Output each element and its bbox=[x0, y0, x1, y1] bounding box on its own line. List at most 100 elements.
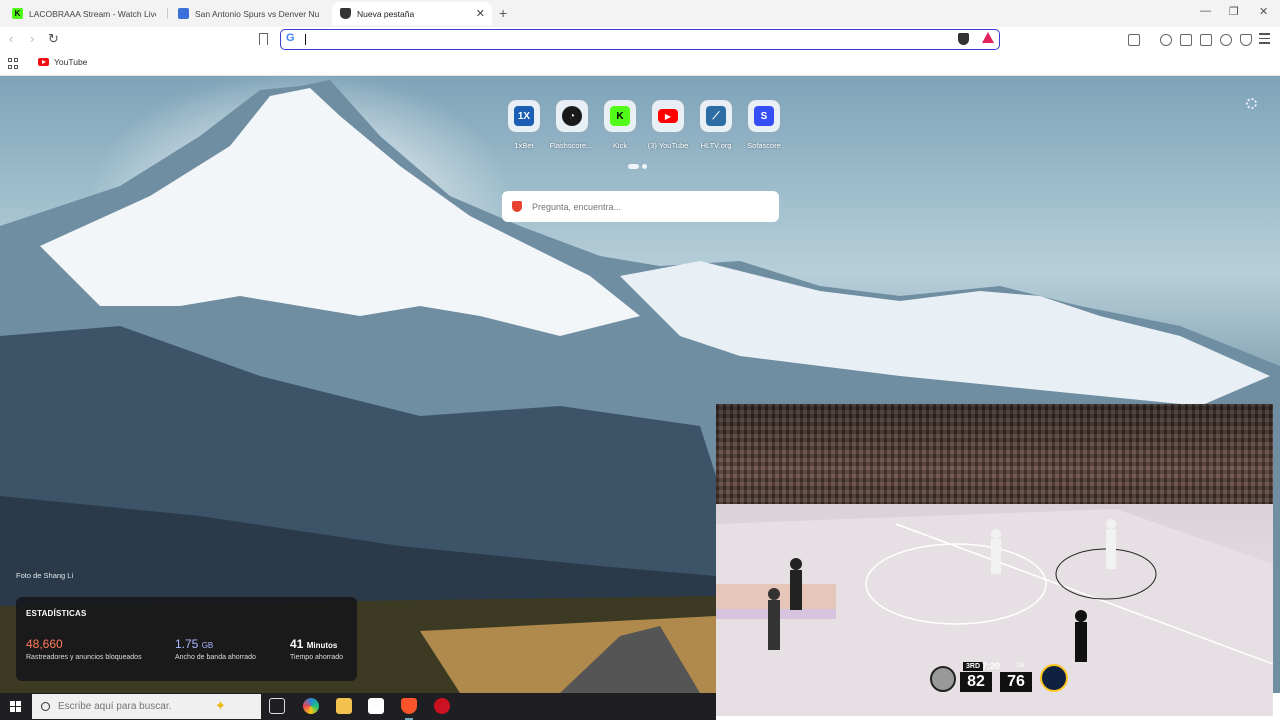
top-sites: 1X 1xBet ◔ Flashscore.... K Kick ▶ (3) Y… bbox=[500, 100, 788, 150]
tab-title: San Antonio Spurs vs Denver Nu bbox=[195, 8, 320, 19]
brave-browser-icon[interactable] bbox=[401, 698, 417, 720]
media-music-icon[interactable] bbox=[1160, 34, 1172, 46]
game-clock: 7:20 bbox=[982, 661, 1001, 671]
photo-credit[interactable]: Foto de Shang Li bbox=[16, 571, 73, 580]
spurs-score: 82 bbox=[960, 672, 992, 692]
sidebar-panel-icon[interactable] bbox=[1180, 34, 1192, 46]
forward-arrow-icon[interactable]: › bbox=[30, 31, 34, 46]
tile-label: Flashscore.... bbox=[549, 141, 595, 150]
stat-unit: Minutos bbox=[306, 641, 338, 650]
stat-label: Tiempo ahorrado bbox=[290, 654, 344, 661]
brave-shields-icon[interactable] bbox=[958, 33, 969, 45]
page-favicon-icon bbox=[178, 8, 189, 19]
tab-spurs-vs-nuggets[interactable]: San Antonio Spurs vs Denver Nu bbox=[170, 2, 330, 25]
app-icon[interactable] bbox=[434, 698, 450, 714]
stat-bandwidth: 1.75 GB Ancho de banda ahorrado bbox=[175, 637, 256, 661]
shot-clock: :18 bbox=[1014, 662, 1024, 669]
reload-icon[interactable]: ↻ bbox=[48, 31, 59, 47]
tile-icon-box: K bbox=[604, 100, 636, 132]
hltv-icon: ⟋ bbox=[706, 106, 726, 126]
search-icon bbox=[41, 702, 50, 711]
spurs-logo-icon bbox=[930, 666, 956, 692]
taskbar-search-input[interactable] bbox=[58, 701, 208, 712]
ask-search-box[interactable] bbox=[502, 191, 779, 222]
stat-label: Ancho de banda ahorrado bbox=[175, 654, 256, 661]
tile-label: Sofascore bbox=[747, 141, 781, 150]
brave-lion-icon bbox=[512, 201, 522, 212]
stats-widget: ESTADÍSTICAS 48,660 Rastreadores y anunc… bbox=[16, 597, 357, 681]
video-overlay-basketball-game[interactable]: 3RD 7:20 :18 82 76 bbox=[716, 404, 1273, 716]
stat-label: Rastreadores y anuncios bloqueados bbox=[26, 654, 142, 661]
top-site-1xbet[interactable]: 1X 1xBet bbox=[500, 100, 548, 150]
file-explorer-icon[interactable] bbox=[336, 698, 352, 714]
tile-label: (3) YouTube bbox=[647, 141, 689, 150]
stats-title: ESTADÍSTICAS bbox=[26, 609, 87, 618]
brave-shield-favicon-icon bbox=[340, 8, 351, 19]
top-site-hltv[interactable]: ⟋ HLTV.org bbox=[692, 100, 740, 150]
youtube-icon: ▶ bbox=[658, 109, 678, 123]
leo-sidebar-icon[interactable] bbox=[1128, 34, 1140, 46]
text-caret bbox=[305, 34, 306, 45]
windows-taskbar: ✦ bbox=[0, 693, 716, 720]
bookmark-youtube[interactable]: YouTube bbox=[38, 57, 87, 67]
top-site-flashscore[interactable]: ◔ Flashscore.... bbox=[548, 100, 596, 150]
microsoft-store-icon[interactable] bbox=[368, 698, 384, 714]
tile-label: 1xBet bbox=[514, 141, 534, 150]
tab-separator bbox=[167, 8, 168, 19]
stat-time-saved: 41 Minutos Tiempo ahorrado bbox=[290, 637, 343, 661]
bookmark-this-page-icon[interactable] bbox=[259, 33, 268, 45]
kick-favicon-icon: K bbox=[12, 8, 23, 19]
bookmarks-bar: YouTube bbox=[0, 53, 1280, 76]
bookmark-label: YouTube bbox=[54, 57, 88, 67]
ntp-settings-gear-icon[interactable] bbox=[1246, 98, 1257, 109]
stat-value: 41 bbox=[290, 637, 304, 651]
stat-trackers: 48,660 Rastreadores y anuncios bloqueado… bbox=[26, 637, 142, 661]
close-window-icon[interactable]: ✕ bbox=[1259, 5, 1268, 18]
tile-icon-box: ▶ bbox=[652, 100, 684, 132]
tile-icon-box: ⟋ bbox=[700, 100, 732, 132]
nuggets-score: 76 bbox=[1000, 672, 1032, 692]
restore-icon[interactable]: ❐ bbox=[1229, 5, 1239, 18]
tile-label: Kick bbox=[612, 141, 628, 150]
new-tab-plus-icon[interactable]: + bbox=[499, 5, 507, 21]
task-view-icon[interactable] bbox=[269, 698, 285, 714]
1xbet-icon: 1X bbox=[514, 106, 534, 126]
address-input[interactable] bbox=[303, 32, 903, 46]
tile-icon-box: 1X bbox=[508, 100, 540, 132]
apps-grid-icon[interactable] bbox=[8, 58, 19, 69]
stat-unit: GB bbox=[201, 641, 214, 650]
tab-lacobraaa-stream[interactable]: K LACOBRAAA Stream - Watch Live on bbox=[4, 2, 164, 25]
top-site-kick[interactable]: K Kick bbox=[596, 100, 644, 150]
kick-icon: K bbox=[610, 106, 630, 126]
brave-rewards-icon[interactable] bbox=[982, 32, 994, 43]
menu-hamburger-icon[interactable] bbox=[1259, 33, 1270, 44]
flashscore-icon: ◔ bbox=[562, 106, 582, 126]
stat-value: 48,660 bbox=[26, 637, 63, 651]
minimize-icon[interactable]: — bbox=[1200, 5, 1211, 17]
copilot-icon[interactable] bbox=[303, 698, 319, 714]
tab-title: LACOBRAAA Stream - Watch Live on bbox=[29, 8, 156, 19]
taskbar-search[interactable] bbox=[32, 694, 261, 719]
tile-icon-box: ◔ bbox=[556, 100, 588, 132]
leo-ai-icon[interactable] bbox=[1220, 34, 1232, 46]
tile-icon-box: S bbox=[748, 100, 780, 132]
tile-label: HLTV.org bbox=[700, 141, 732, 150]
top-sites-pager[interactable] bbox=[628, 164, 647, 169]
game-period: 3RD bbox=[963, 662, 984, 671]
video-crowd-area bbox=[716, 404, 1273, 514]
stat-value: 1.75 bbox=[175, 637, 199, 651]
tab-title: Nueva pestaña bbox=[357, 8, 415, 19]
top-site-sofascore[interactable]: S Sofascore bbox=[740, 100, 788, 150]
tab-close-icon[interactable]: ✕ bbox=[476, 7, 485, 20]
back-arrow-icon[interactable]: ‹ bbox=[9, 31, 13, 46]
wallet-icon[interactable] bbox=[1200, 34, 1212, 46]
nuggets-logo-icon bbox=[1040, 664, 1068, 692]
tab-new-tab[interactable]: Nueva pestaña ✕ bbox=[332, 2, 492, 25]
windows-start-icon[interactable] bbox=[10, 701, 21, 712]
ask-input[interactable] bbox=[532, 201, 752, 212]
address-bar[interactable]: G bbox=[280, 29, 1000, 50]
youtube-icon bbox=[38, 58, 49, 66]
top-site-youtube[interactable]: ▶ (3) YouTube bbox=[644, 100, 692, 150]
vpn-shield-icon[interactable] bbox=[1240, 34, 1252, 46]
search-highlights-icon[interactable]: ✦ bbox=[215, 698, 226, 714]
